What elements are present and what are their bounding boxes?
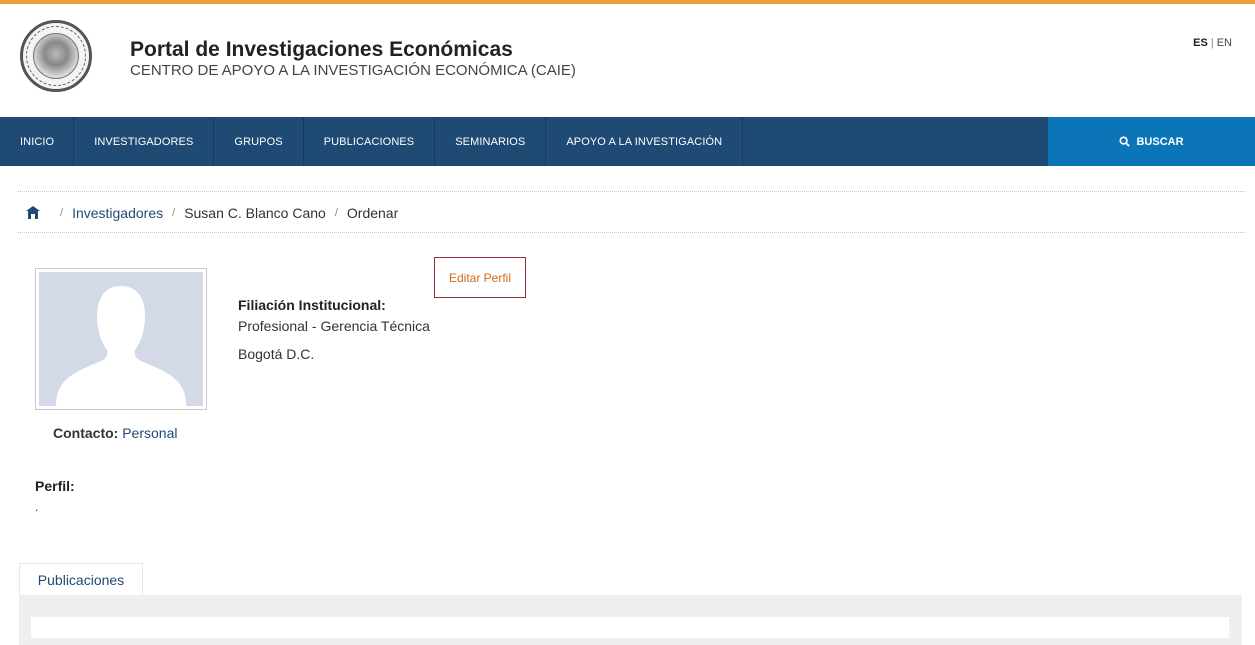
site-subtitle: CENTRO DE APOYO A LA INVESTIGACIÓN ECONÓ… xyxy=(130,62,576,79)
search-icon xyxy=(1119,136,1131,147)
breadcrumb-researcher: Susan C. Blanco Cano xyxy=(184,205,326,221)
publicaciones-content xyxy=(31,617,1229,638)
perfil-value: . xyxy=(35,500,39,514)
breadcrumb-divider-bottom xyxy=(18,232,1245,233)
seal-portrait xyxy=(33,33,79,79)
person-silhouette-icon xyxy=(56,286,186,406)
bank-seal-logo[interactable] xyxy=(20,20,92,92)
lang-separator: | xyxy=(1210,37,1214,49)
breadcrumb-separator: / xyxy=(60,207,64,219)
affiliation-role: Profesional - Gerencia Técnica xyxy=(238,318,430,334)
nav-item-apoyo[interactable]: APOYO A LA INVESTIGACIÓN xyxy=(546,117,744,166)
site-header: Portal de Investigaciones Económicas CEN… xyxy=(0,4,1255,117)
edit-profile-button[interactable]: Editar Perfil xyxy=(434,257,526,298)
lang-es-link[interactable]: ES xyxy=(1193,37,1208,49)
search-label: BUSCAR xyxy=(1136,135,1184,148)
nav-item-publicaciones[interactable]: PUBLICACIONES xyxy=(304,117,436,166)
contact-line: Contacto: Personal xyxy=(53,425,177,441)
site-title[interactable]: Portal de Investigaciones Económicas xyxy=(130,38,513,62)
affiliation-city: Bogotá D.C. xyxy=(238,346,315,362)
home-icon[interactable] xyxy=(25,205,41,221)
tab-publicaciones[interactable]: Publicaciones xyxy=(19,563,143,596)
language-switcher: ES | EN xyxy=(1193,37,1232,49)
breadcrumb: / Investigadores / Susan C. Blanco Cano … xyxy=(25,205,398,221)
breadcrumb-current: Ordenar xyxy=(346,205,399,221)
nav-item-grupos[interactable]: GRUPOS xyxy=(214,117,304,166)
breadcrumb-divider-top xyxy=(18,191,1245,192)
contact-label: Contacto: xyxy=(53,425,119,441)
nav-item-inicio[interactable]: INICIO xyxy=(0,117,75,166)
breadcrumb-separator: / xyxy=(334,207,338,219)
search-button[interactable]: BUSCAR xyxy=(1048,117,1255,166)
breadcrumb-separator: / xyxy=(172,207,176,219)
affiliation-heading: Filiación Institucional: xyxy=(238,297,386,313)
profile-photo xyxy=(35,268,207,410)
avatar-placeholder xyxy=(39,272,203,406)
contact-personal-link[interactable]: Personal xyxy=(122,425,177,441)
breadcrumb-investigadores[interactable]: Investigadores xyxy=(72,205,163,221)
publicaciones-panel xyxy=(19,595,1242,645)
lang-en-link[interactable]: EN xyxy=(1217,37,1232,49)
nav-item-investigadores[interactable]: INVESTIGADORES xyxy=(74,117,215,166)
main-nav: INICIO INVESTIGADORES GRUPOS PUBLICACION… xyxy=(0,117,1255,166)
nav-item-seminarios[interactable]: SEMINARIOS xyxy=(435,117,547,166)
perfil-heading: Perfil: xyxy=(35,478,75,494)
